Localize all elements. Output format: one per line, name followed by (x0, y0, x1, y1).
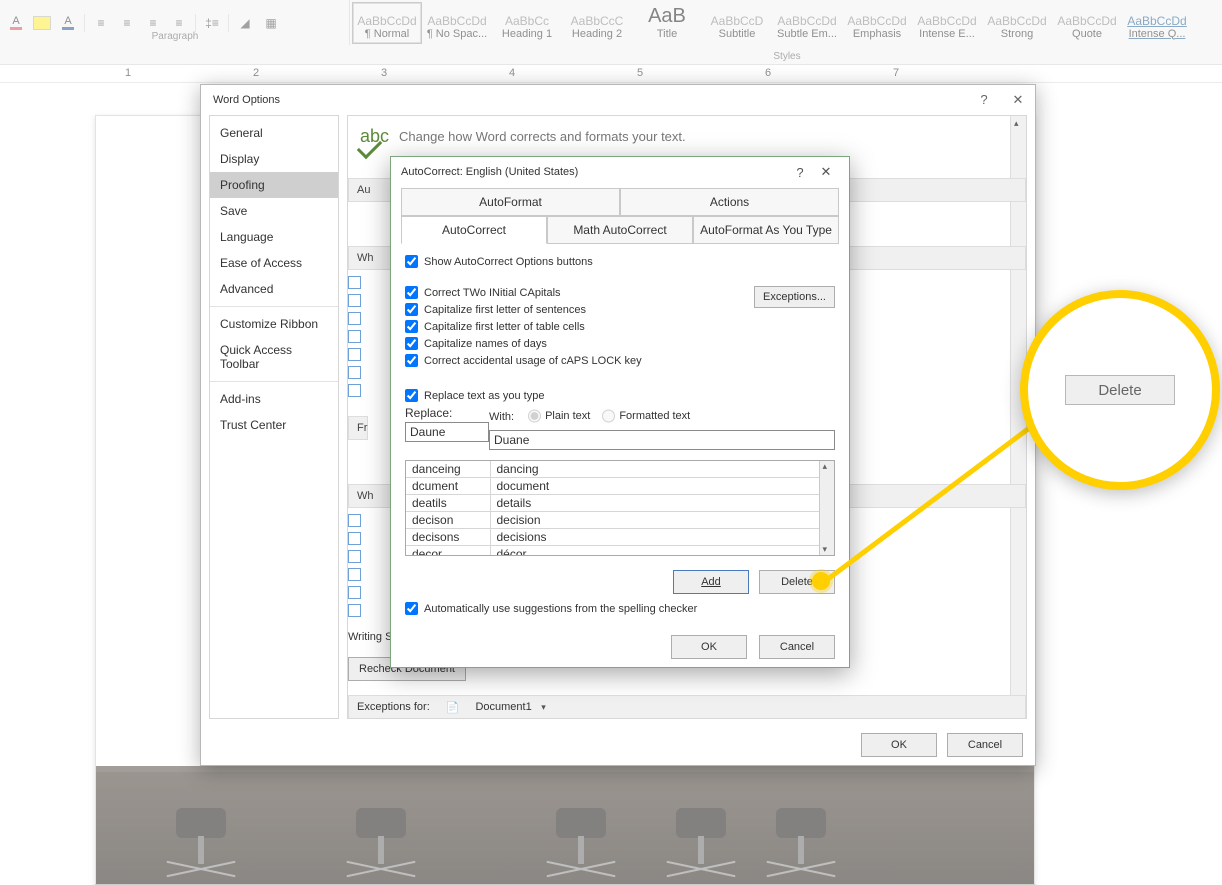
replace-as-you-type-checkbox[interactable] (405, 389, 418, 402)
close-icon[interactable]: ✕ (1001, 85, 1035, 115)
exceptions-for-label: Exceptions for: (357, 701, 430, 713)
show-ac-options-checkbox[interactable] (405, 255, 418, 268)
tab-autocorrect[interactable]: AutoCorrect (401, 216, 547, 244)
exceptions-button[interactable]: Exceptions... (754, 286, 835, 308)
table-row[interactable]: danceingdancing (406, 461, 819, 478)
auto-suggestions-checkbox[interactable] (405, 602, 418, 615)
autocorrect-cancel-button[interactable]: Cancel (759, 635, 835, 659)
nav-item-advanced[interactable]: Advanced (210, 276, 338, 302)
correct-two-initial-checkbox[interactable] (405, 286, 418, 299)
nav-item-display[interactable]: Display (210, 146, 338, 172)
tab-math-autocorrect[interactable]: Math AutoCorrect (547, 216, 693, 244)
replace-as-you-type-label: Replace text as you type (424, 390, 544, 402)
tab-autoformat-as-you-type[interactable]: AutoFormat As You Type (693, 216, 839, 244)
formatted-text-radio[interactable]: Formatted text (602, 406, 690, 426)
replace-input[interactable] (405, 422, 489, 442)
word-options-titlebar: Word Options ? ✕ (201, 85, 1035, 115)
checkbox[interactable] (348, 330, 361, 343)
checkbox[interactable] (348, 312, 361, 325)
capitalize-table-cells-checkbox[interactable] (405, 320, 418, 333)
exceptions-for-combo[interactable]: Document1 (469, 696, 549, 718)
callout-delete-button: Delete (1065, 375, 1175, 405)
capitalize-days-label: Capitalize names of days (424, 338, 547, 350)
list-scrollbar[interactable] (819, 461, 834, 555)
checkbox[interactable] (348, 514, 361, 527)
word-options-title: Word Options (213, 85, 280, 115)
callout-magnifier: Delete (1020, 290, 1220, 490)
nav-item-add-ins[interactable]: Add-ins (210, 386, 338, 412)
section-french: Fr (348, 416, 368, 440)
checkbox[interactable] (348, 550, 361, 563)
checkbox[interactable] (348, 604, 361, 617)
capitalize-sentences-label: Capitalize first letter of sentences (424, 304, 586, 316)
callout-origin-dot (812, 572, 830, 590)
autocorrect-dialog: AutoCorrect: English (United States) ? ✕… (390, 156, 850, 668)
nav-item-proofing[interactable]: Proofing (210, 172, 338, 198)
word-options-cancel-button[interactable]: Cancel (947, 733, 1023, 757)
nav-item-quick-access-toolbar[interactable]: Quick Access Toolbar (210, 337, 338, 377)
word-options-nav: GeneralDisplayProofingSaveLanguageEase o… (209, 115, 339, 719)
nav-item-general[interactable]: General (210, 120, 338, 146)
checkbox[interactable] (348, 366, 361, 379)
autocorrect-titlebar: AutoCorrect: English (United States) ? ✕ (391, 157, 849, 187)
correct-two-initial-label: Correct TWo INitial CApitals (424, 287, 561, 299)
table-row[interactable]: decordécor (406, 546, 819, 557)
caps-lock-label: Correct accidental usage of cAPS LOCK ke… (424, 355, 642, 367)
autocorrect-entries-list[interactable]: danceingdancingdcumentdocumentdeatilsdet… (405, 460, 835, 556)
checkbox[interactable] (348, 276, 361, 289)
close-icon[interactable]: ✕ (813, 164, 839, 180)
autocorrect-title: AutoCorrect: English (United States) (401, 166, 578, 178)
checkbox[interactable] (348, 568, 361, 581)
with-input[interactable] (489, 430, 835, 450)
tab-autoformat[interactable]: AutoFormat (401, 188, 620, 216)
proofing-icon: abc (360, 126, 389, 147)
table-row[interactable]: deatilsdetails (406, 495, 819, 512)
table-row[interactable]: decisondecision (406, 512, 819, 529)
proofing-description: Change how Word corrects and formats you… (399, 129, 686, 144)
table-row[interactable]: decisonsdecisions (406, 529, 819, 546)
word-options-ok-button[interactable]: OK (861, 733, 937, 757)
nav-item-language[interactable]: Language (210, 224, 338, 250)
checkbox[interactable] (348, 532, 361, 545)
nav-item-save[interactable]: Save (210, 198, 338, 224)
checkbox[interactable] (348, 294, 361, 307)
tab-actions[interactable]: Actions (620, 188, 839, 216)
capitalize-sentences-checkbox[interactable] (405, 303, 418, 316)
capitalize-table-cells-label: Capitalize first letter of table cells (424, 321, 585, 333)
nav-item-ease-of-access[interactable]: Ease of Access (210, 250, 338, 276)
table-row[interactable]: dcumentdocument (406, 478, 819, 495)
caps-lock-checkbox[interactable] (405, 354, 418, 367)
help-icon[interactable]: ? (787, 165, 813, 180)
autocorrect-ok-button[interactable]: OK (671, 635, 747, 659)
checkbox[interactable] (348, 348, 361, 361)
plain-text-radio[interactable]: Plain text (528, 406, 590, 426)
checkbox[interactable] (348, 384, 361, 397)
add-button[interactable]: Add (673, 570, 749, 594)
capitalize-days-checkbox[interactable] (405, 337, 418, 350)
replace-label: Replace: (405, 406, 489, 420)
nav-item-customize-ribbon[interactable]: Customize Ribbon (210, 311, 338, 337)
show-ac-options-label: Show AutoCorrect Options buttons (424, 256, 593, 268)
help-icon[interactable]: ? (967, 85, 1001, 115)
with-label: With: (489, 411, 514, 423)
checkbox[interactable] (348, 586, 361, 599)
auto-suggestions-label: Automatically use suggestions from the s… (424, 603, 697, 615)
nav-item-trust-center[interactable]: Trust Center (210, 412, 338, 438)
